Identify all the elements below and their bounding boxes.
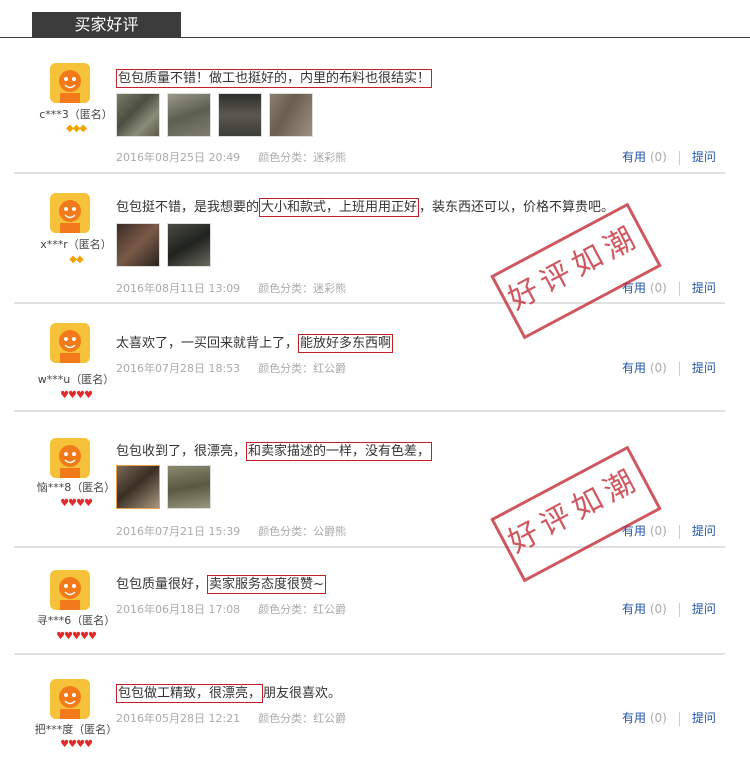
avatar[interactable] [50,63,90,103]
review-photo-thumbnail[interactable] [167,93,211,137]
avatar[interactable] [50,323,90,363]
useful-button[interactable]: 有用 [622,711,646,725]
review-photo-thumbnail[interactable] [167,465,211,509]
useful-count: (0) [649,361,667,375]
user-avatar-icon [50,323,90,363]
review-photo-thumbnail[interactable] [218,93,262,137]
review-photo-thumbnail[interactable] [116,223,160,267]
review-actions: 有用 (0) 提问 [622,600,716,617]
review-photo-thumbnail[interactable] [116,93,160,137]
buyer-level-badge: ♥♥♥♥ [60,739,93,750]
useful-count: (0) [649,524,667,538]
useful-button[interactable]: 有用 [622,150,646,164]
divider [678,602,680,617]
review-actions: 有用 (0) 提问 [622,279,716,296]
ask-question-button[interactable]: 提问 [692,361,716,375]
review-photo-thumbnail[interactable] [269,93,313,137]
review-item: 把***度（匿名） ♥♥♥♥ 包包做工精致，很漂亮， 朋友很喜欢。 2016年05… [14,655,725,767]
review-text-highlight: 包包做工精致，很漂亮， [116,684,264,703]
review-text-pre: 包包挺不错，是我想要的 [116,200,260,215]
buyer-level-badge: ♥♥♥♥♥ [56,631,97,642]
color-variant: 颜色分类：迷彩熊 [258,151,347,164]
review-text: 包包做工精致，很漂亮， 朋友很喜欢。 [116,682,342,703]
review-item: c***3（匿名） ◆◆◆ 包包质量不错！做工也挺好的，内里的布料也很结实！ 2… [14,45,725,174]
review-actions: 有用 (0) 提问 [622,709,716,726]
useful-count: (0) [649,281,667,295]
review-meta: 2016年07月21日 15:39 颜色分类：公爵熊 [116,523,346,539]
review-text-highlight: 包包质量不错！做工也挺好的，内里的布料也很结实！ [116,69,433,88]
useful-button[interactable]: 有用 [622,602,646,616]
review-text-pre: 太喜欢了，一买回来就背上了， [116,336,299,351]
review-text-highlight: 卖家服务态度很赞~ [207,575,326,594]
review-actions: 有用 (0) 提问 [622,148,716,165]
ask-question-button[interactable]: 提问 [692,711,716,725]
review-date: 2016年05月28日 12:21 [116,712,241,725]
review-meta: 2016年07月28日 18:53 颜色分类：红公爵 [116,360,346,376]
review-date: 2016年07月28日 18:53 [116,362,241,375]
review-text: 包包收到了，很漂亮， 和卖家描述的一样，没有色差， [116,440,433,461]
section-title: 买家好评 [32,12,181,38]
divider [678,711,680,726]
user-avatar-icon [50,679,90,719]
useful-count: (0) [649,602,667,616]
review-text-pre: 包包收到了，很漂亮， [116,444,247,459]
review-photos [116,465,218,509]
review-text: 太喜欢了，一买回来就背上了， 能放好多东西啊 [116,332,394,353]
review-text-pre: 包包质量很好， [116,577,208,592]
ask-question-button[interactable]: 提问 [692,281,716,295]
review-photo-thumbnail[interactable] [116,465,160,509]
review-text-post: 朋友很喜欢。 [263,686,342,701]
review-actions: 有用 (0) 提问 [622,359,716,376]
avatar[interactable] [50,438,90,478]
divider [678,281,680,296]
review-date: 2016年06月18日 17:08 [116,603,241,616]
review-date: 2016年07月21日 15:39 [116,525,241,538]
color-variant: 颜色分类：红公爵 [258,603,347,616]
review-text: 包包挺不错，是我想要的 大小和款式，上班用用正好 ，装东西还可以，价格不算贵吧。 [116,196,615,217]
review-item: 寻***6（匿名） ♥♥♥♥♥ 包包质量很好， 卖家服务态度很赞~ 2016年06… [14,548,725,655]
header-divider [0,37,750,38]
review-meta: 2016年05月28日 12:21 颜色分类：红公爵 [116,710,346,726]
ask-question-button[interactable]: 提问 [692,524,716,538]
buyer-level-badge: ♥♥♥♥ [60,390,93,401]
review-meta: 2016年08月11日 13:09 颜色分类：迷彩熊 [116,280,346,296]
useful-count: (0) [649,150,667,164]
review-item: w***u（匿名） ♥♥♥♥ 太喜欢了，一买回来就背上了， 能放好多东西啊 201… [14,304,725,412]
color-variant: 颜色分类：红公爵 [258,362,347,375]
divider [678,361,680,376]
review-text-highlight: 和卖家描述的一样，没有色差， [246,442,433,461]
review-date: 2016年08月25日 20:49 [116,151,241,164]
ask-question-button[interactable]: 提问 [692,150,716,164]
review-text-highlight: 大小和款式，上班用用正好 [259,198,420,217]
user-avatar-icon [50,570,90,610]
useful-count: (0) [649,711,667,725]
avatar[interactable] [50,679,90,719]
review-meta: 2016年08月25日 20:49 颜色分类：迷彩熊 [116,149,346,165]
avatar[interactable] [50,193,90,233]
review-photo-thumbnail[interactable] [167,223,211,267]
divider [678,150,680,165]
avatar[interactable] [50,570,90,610]
ask-question-button[interactable]: 提问 [692,602,716,616]
review-text-post: ，装东西还可以，价格不算贵吧。 [419,200,615,215]
review-actions: 有用 (0) 提问 [622,522,716,539]
review-photos [116,93,320,137]
user-avatar-icon [50,438,90,478]
section-header: 买家好评 [0,0,750,40]
color-variant: 颜色分类：公爵熊 [258,525,347,538]
user-avatar-icon [50,63,90,103]
review-photos [116,223,218,267]
color-variant: 颜色分类：红公爵 [258,712,347,725]
review-meta: 2016年06月18日 17:08 颜色分类：红公爵 [116,601,346,617]
review-text: 包包质量不错！做工也挺好的，内里的布料也很结实！ [116,67,433,88]
review-text: 包包质量很好， 卖家服务态度很赞~ [116,573,326,594]
review-text-highlight: 能放好多东西啊 [298,334,394,353]
color-variant: 颜色分类：迷彩熊 [258,282,347,295]
divider [678,524,680,539]
review-date: 2016年08月11日 13:09 [116,282,241,295]
useful-button[interactable]: 有用 [622,361,646,375]
user-avatar-icon [50,193,90,233]
